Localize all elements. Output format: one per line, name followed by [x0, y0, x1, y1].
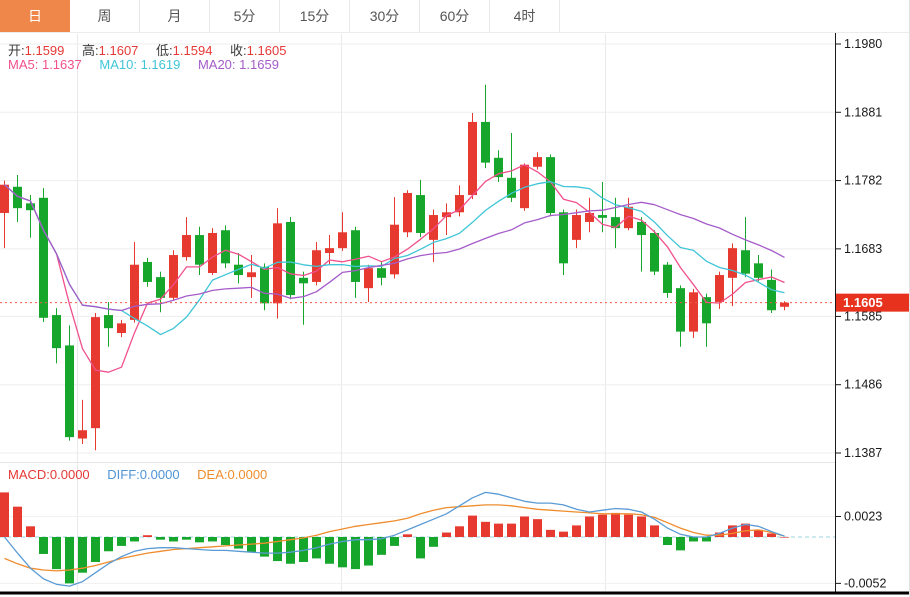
tab-weekly[interactable]: 周	[70, 0, 140, 32]
macd-tick-label: -0.0052	[844, 576, 886, 590]
diff-value: DIFF:0.0000	[107, 467, 179, 482]
high-value: 高:1.1607	[82, 43, 138, 58]
candlestick-layer	[0, 85, 789, 451]
current-price-text: 1.1605	[843, 295, 883, 310]
tab-5min[interactable]: 5分	[210, 0, 280, 32]
tab-30min[interactable]: 30分	[350, 0, 420, 32]
price-tick-label: 1.1683	[844, 242, 882, 256]
macd-tick-label: 0.0023	[844, 509, 882, 523]
price-tick-label: 1.1486	[844, 378, 882, 392]
tab-15min[interactable]: 15分	[280, 0, 350, 32]
price-tick-label: 1.1980	[844, 37, 882, 51]
ma10-value: MA10: 1.1619	[99, 57, 180, 72]
open-value: 开:1.1599	[8, 43, 64, 58]
macd-value: MACD:0.0000	[8, 467, 90, 482]
tab-60min[interactable]: 60分	[420, 0, 490, 32]
tab-daily[interactable]: 日	[0, 0, 70, 32]
ma-legend: MA5: 1.1637 MA10: 1.1619 MA20: 1.1659	[8, 57, 293, 72]
tab-monthly[interactable]: 月	[140, 0, 210, 32]
price-tick-label: 1.1881	[844, 105, 882, 119]
period-tabbar: 日 周 月 5分 15分 30分 60分 4时	[0, 0, 910, 33]
price-tick-label: 1.1782	[844, 174, 882, 188]
price-tick-label: 1.1387	[844, 446, 882, 460]
ma5-value: MA5: 1.1637	[8, 57, 82, 72]
ma20-value: MA20: 1.1659	[198, 57, 279, 72]
kline-chart-app: 日 周 月 5分 15分 30分 60分 4时 开:1.1599 高:1.160…	[0, 0, 910, 597]
macd-layer	[0, 492, 789, 586]
macd-legend: MACD:0.0000 DIFF:0.0000 DEA:0.0000	[8, 467, 281, 482]
dea-value: DEA:0.0000	[197, 467, 267, 482]
close-value: 收:1.1605	[230, 43, 286, 58]
low-value: 低:1.1594	[156, 43, 212, 58]
chart-canvas[interactable]: 1.19801.18811.17821.16831.15851.14861.13…	[0, 32, 910, 597]
tab-4hour[interactable]: 4时	[490, 0, 560, 32]
